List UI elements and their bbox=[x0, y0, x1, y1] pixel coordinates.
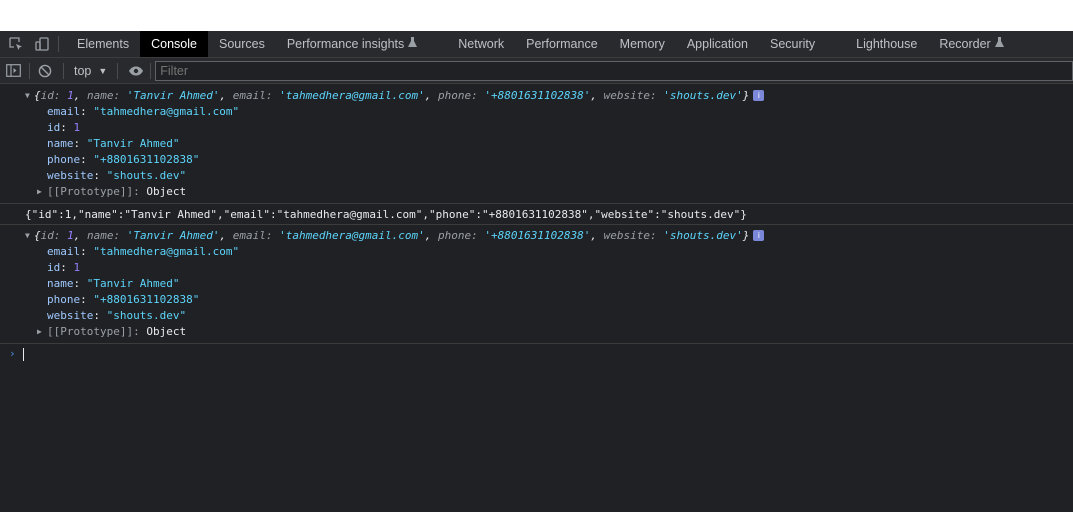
tab-lighthouse[interactable]: Lighthouse bbox=[845, 31, 928, 57]
toolbar-separator bbox=[62, 62, 64, 79]
tab-label: Performance insights bbox=[286, 37, 405, 51]
console-message: ▼ {id: 1, name: 'Tanvir Ahmed', email: 't… bbox=[0, 225, 1073, 344]
expand-triangle-icon[interactable]: ▶ bbox=[37, 324, 42, 340]
toolbar-separator bbox=[150, 62, 152, 79]
prompt-chevron-icon: › bbox=[9, 347, 16, 360]
console-toolbar: top ▼ bbox=[0, 58, 1073, 84]
inspect-element-icon[interactable] bbox=[3, 31, 29, 57]
console-message: {"id":1,"name":"Tanvir Ahmed","email":"t… bbox=[0, 204, 1073, 225]
tab-label: Console bbox=[151, 37, 197, 51]
property-website: website: "shouts.dev" bbox=[47, 169, 187, 182]
tab-application[interactable]: Application bbox=[676, 31, 759, 57]
property-id: id: 1 bbox=[47, 261, 81, 274]
context-selector[interactable]: top ▼ bbox=[68, 64, 113, 78]
device-toolbar-icon[interactable] bbox=[29, 31, 55, 57]
tab-label: Elements bbox=[77, 37, 130, 51]
tab-label: Network bbox=[458, 37, 505, 51]
info-icon[interactable]: i bbox=[753, 230, 765, 241]
property-id: id: 1 bbox=[47, 121, 81, 134]
console-prompt[interactable]: › bbox=[0, 344, 1073, 364]
text-cursor bbox=[23, 348, 24, 361]
tab-label: Sources bbox=[218, 37, 265, 51]
tab-label: Application bbox=[686, 37, 748, 51]
flask-icon bbox=[408, 37, 418, 51]
context-label: top bbox=[73, 63, 92, 78]
property-prototype[interactable]: ▶ [[Prototype]]: Object bbox=[0, 184, 1073, 200]
info-icon[interactable]: i bbox=[753, 90, 765, 101]
expand-triangle-icon[interactable]: ▼ bbox=[25, 88, 30, 104]
devtools-tabbar: Elements Console Sources Performance ins… bbox=[0, 31, 1073, 58]
property-email: email: "tahmedhera@gmail.com" bbox=[47, 245, 240, 258]
browser-page-area bbox=[0, 0, 1073, 31]
object-summary[interactable]: ▼ {id: 1, name: 'Tanvir Ahmed', email: 't… bbox=[0, 88, 1073, 104]
flask-icon bbox=[994, 37, 1004, 51]
tab-label: Security bbox=[769, 37, 816, 51]
property-name: name: "Tanvir Ahmed" bbox=[47, 137, 180, 150]
tab-label: Lighthouse bbox=[856, 37, 918, 51]
json-string-line: {"id":1,"name":"Tanvir Ahmed","email":"t… bbox=[25, 208, 747, 221]
show-sidebar-icon[interactable] bbox=[0, 58, 28, 84]
console-output: ▼ {id: 1, name: 'Tanvir Ahmed', email: 't… bbox=[0, 85, 1073, 364]
expand-triangle-icon[interactable]: ▶ bbox=[37, 184, 42, 200]
tab-elements[interactable]: Elements bbox=[66, 31, 140, 57]
property-phone: phone: "+8801631102838" bbox=[47, 293, 200, 306]
toolbar-separator bbox=[117, 62, 119, 79]
property-name: name: "Tanvir Ahmed" bbox=[47, 277, 180, 290]
tab-label: Memory bbox=[619, 37, 665, 51]
expand-triangle-icon[interactable]: ▼ bbox=[25, 228, 30, 244]
tab-sources[interactable]: Sources bbox=[208, 31, 276, 57]
chevron-down-icon: ▼ bbox=[98, 65, 108, 76]
tab-recorder[interactable]: Recorder bbox=[928, 31, 1014, 57]
object-summary[interactable]: ▼ {id: 1, name: 'Tanvir Ahmed', email: 't… bbox=[0, 228, 1073, 244]
property-email: email: "tahmedhera@gmail.com" bbox=[47, 105, 240, 118]
tab-security[interactable]: Security bbox=[759, 31, 845, 57]
tabbar-separator bbox=[58, 36, 59, 52]
tab-network[interactable]: Network bbox=[447, 31, 515, 57]
tab-performance-insights[interactable]: Performance insights bbox=[276, 31, 447, 57]
toolbar-separator bbox=[28, 62, 30, 79]
console-message: ▼ {id: 1, name: 'Tanvir Ahmed', email: 't… bbox=[0, 85, 1073, 204]
tab-console[interactable]: Console bbox=[140, 31, 208, 57]
filter-input[interactable] bbox=[155, 60, 1073, 81]
property-phone: phone: "+8801631102838" bbox=[47, 153, 200, 166]
tab-memory[interactable]: Memory bbox=[609, 31, 676, 57]
eye-icon[interactable] bbox=[122, 58, 150, 84]
property-prototype[interactable]: ▶ [[Prototype]]: Object bbox=[0, 324, 1073, 340]
tab-label: Performance bbox=[526, 37, 598, 51]
property-website: website: "shouts.dev" bbox=[47, 309, 187, 322]
tab-label: Recorder bbox=[939, 37, 991, 51]
tab-performance[interactable]: Performance bbox=[515, 31, 609, 57]
clear-console-icon[interactable] bbox=[31, 58, 59, 84]
